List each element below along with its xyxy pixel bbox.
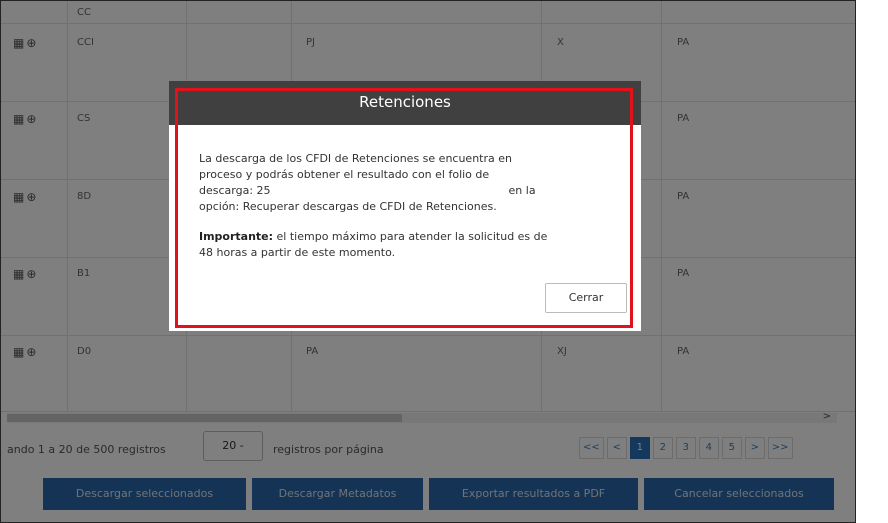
highlight-box <box>175 88 633 328</box>
app-frame: CC ▦⊕ CCI PJ X PA ▦⊕ CS PA ▦⊕ 8D PA ▦⊕ B… <box>0 0 856 523</box>
